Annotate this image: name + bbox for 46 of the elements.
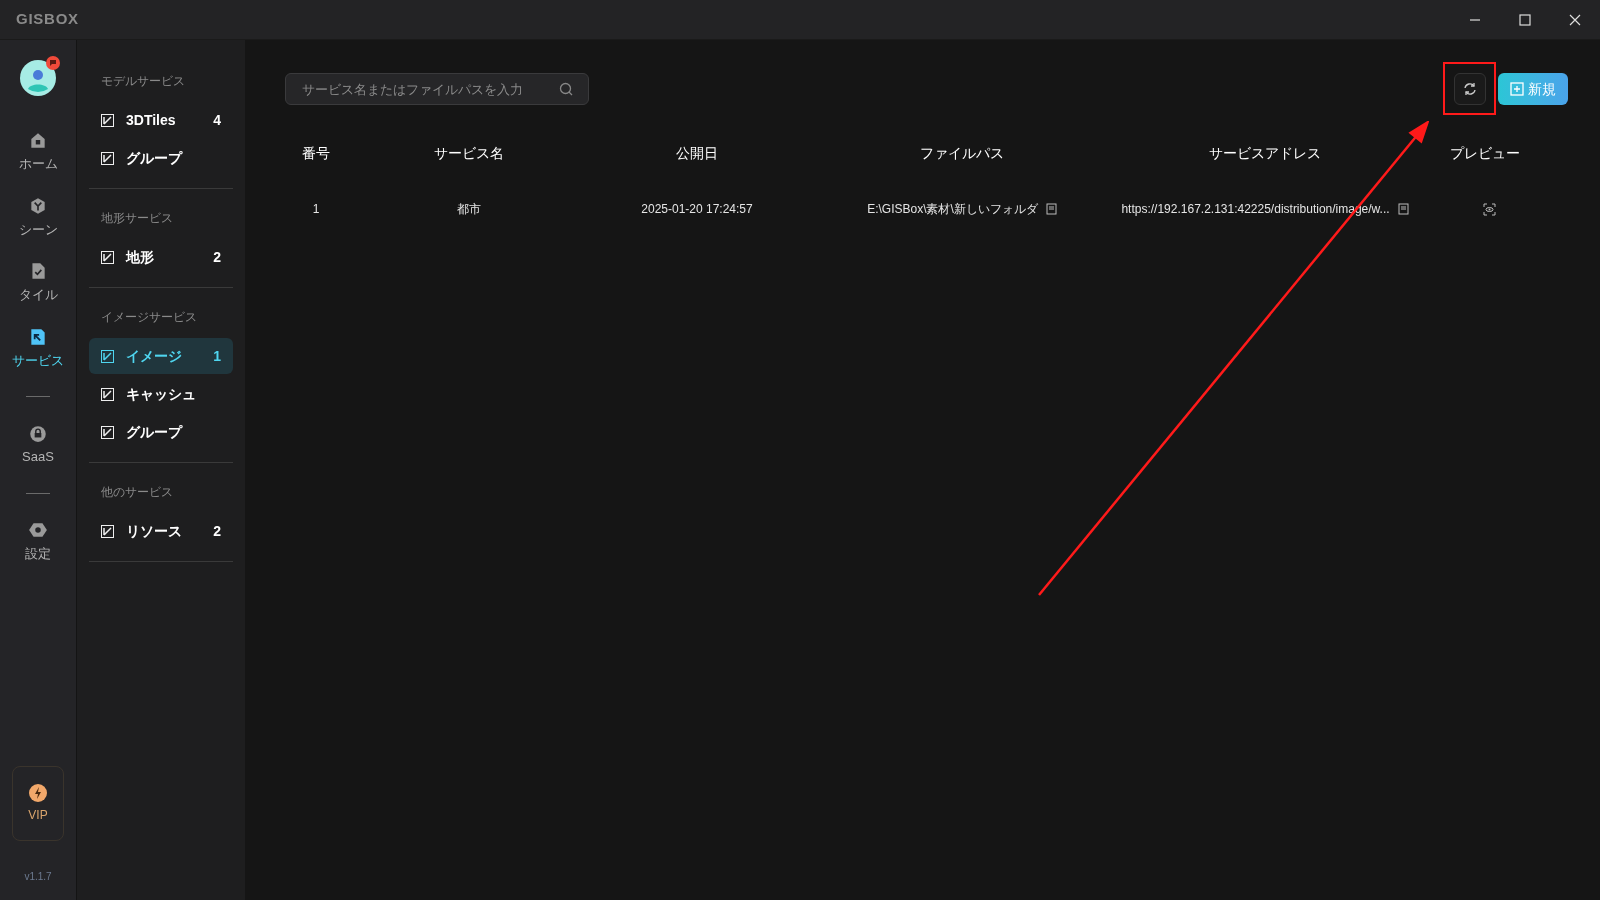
nav-item[interactable]: ホーム [18,130,58,174]
nav-item[interactable]: シーン [18,195,58,239]
search-icon [559,82,573,96]
copy-icon[interactable] [1045,203,1057,215]
table-cell-text: 都市 [456,201,481,218]
column-header: 番号 [301,143,331,163]
app-logo: GISBOX [16,9,79,30]
table-cell-text: 2025-01-20 17:24:57 [641,201,753,218]
sidebar-item[interactable]: グループ [89,140,233,176]
add-file-icon [1510,82,1524,96]
vip-button[interactable]: VIP [12,766,64,841]
refresh-icon [1463,82,1477,96]
copy-icon[interactable] [1397,203,1409,215]
lock-icon [28,423,48,443]
close-icon [1569,13,1581,26]
lightning-icon [29,783,47,802]
service-icon [28,326,48,347]
column-header: プレビュー [1449,143,1521,163]
sidebar-item[interactable]: キャッシュ [89,376,233,412]
column-header: サービスアドレス [1208,143,1322,163]
highlight-frame [1443,62,1496,115]
table-cell-text: 1 [312,201,320,218]
sidebar-item[interactable]: 3DTiles 4 [89,102,233,138]
section-heading: 地形サービス [100,210,174,227]
table-cell-text: E:\GISBox\素材\新しいフォルダ [867,201,1038,218]
sidebar-item[interactable]: イメージ 1 [89,338,233,374]
message-badge-icon [46,56,60,70]
column-header: ファイルパス [919,143,1005,163]
nav-item[interactable]: SaaS [22,423,54,467]
version-label: v1.1.7 [24,870,52,884]
sidebar-item[interactable]: リソース 2 [89,513,233,549]
column-header: 公開日 [675,143,719,163]
section-heading: 他のサービス [100,484,174,501]
column-header: サービス名 [432,143,505,163]
nav-item[interactable]: サービス [12,326,64,370]
section-heading: イメージサービス [100,309,198,326]
maximize-icon [1519,13,1531,26]
nav-item[interactable]: タイル [18,261,58,305]
avatar-icon[interactable] [20,60,56,96]
search-field[interactable]: サービス名またはファイルパスを入力 [285,73,589,105]
section-heading: モデルサービス [100,73,186,90]
refresh-button[interactable] [1454,73,1486,105]
sidebar-item[interactable]: 地形 2 [89,239,233,275]
preview-icon[interactable] [1482,202,1496,216]
sidebar-item[interactable]: グループ [89,414,233,450]
nav-item[interactable]: 設定 [25,519,51,563]
